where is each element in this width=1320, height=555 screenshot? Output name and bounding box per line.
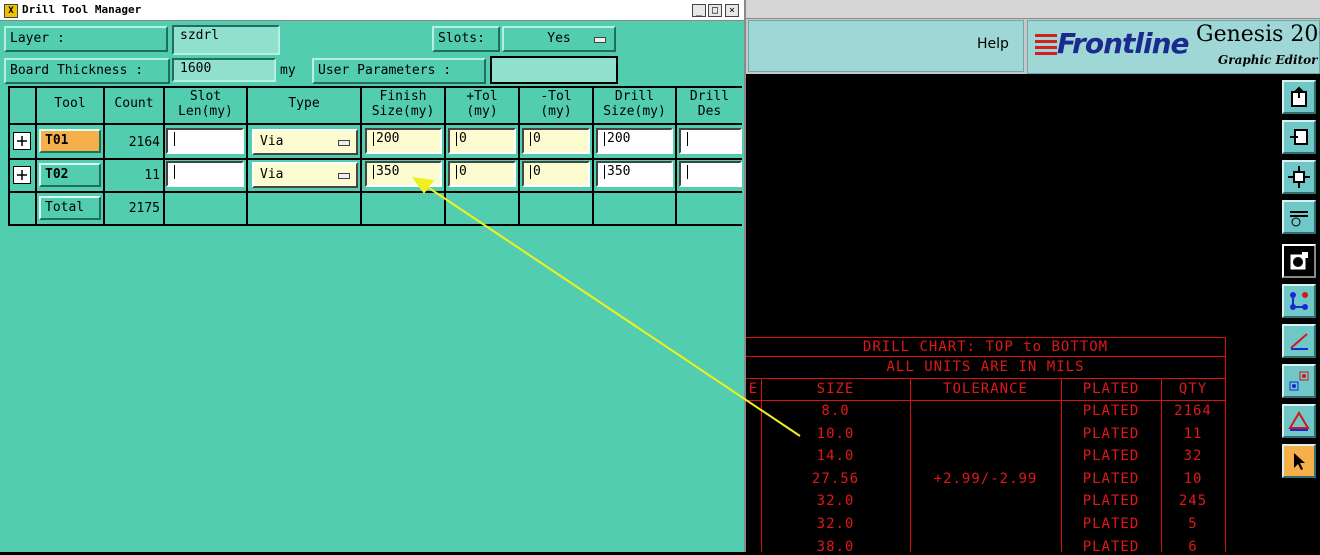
annotation-arrow bbox=[412, 177, 801, 437]
